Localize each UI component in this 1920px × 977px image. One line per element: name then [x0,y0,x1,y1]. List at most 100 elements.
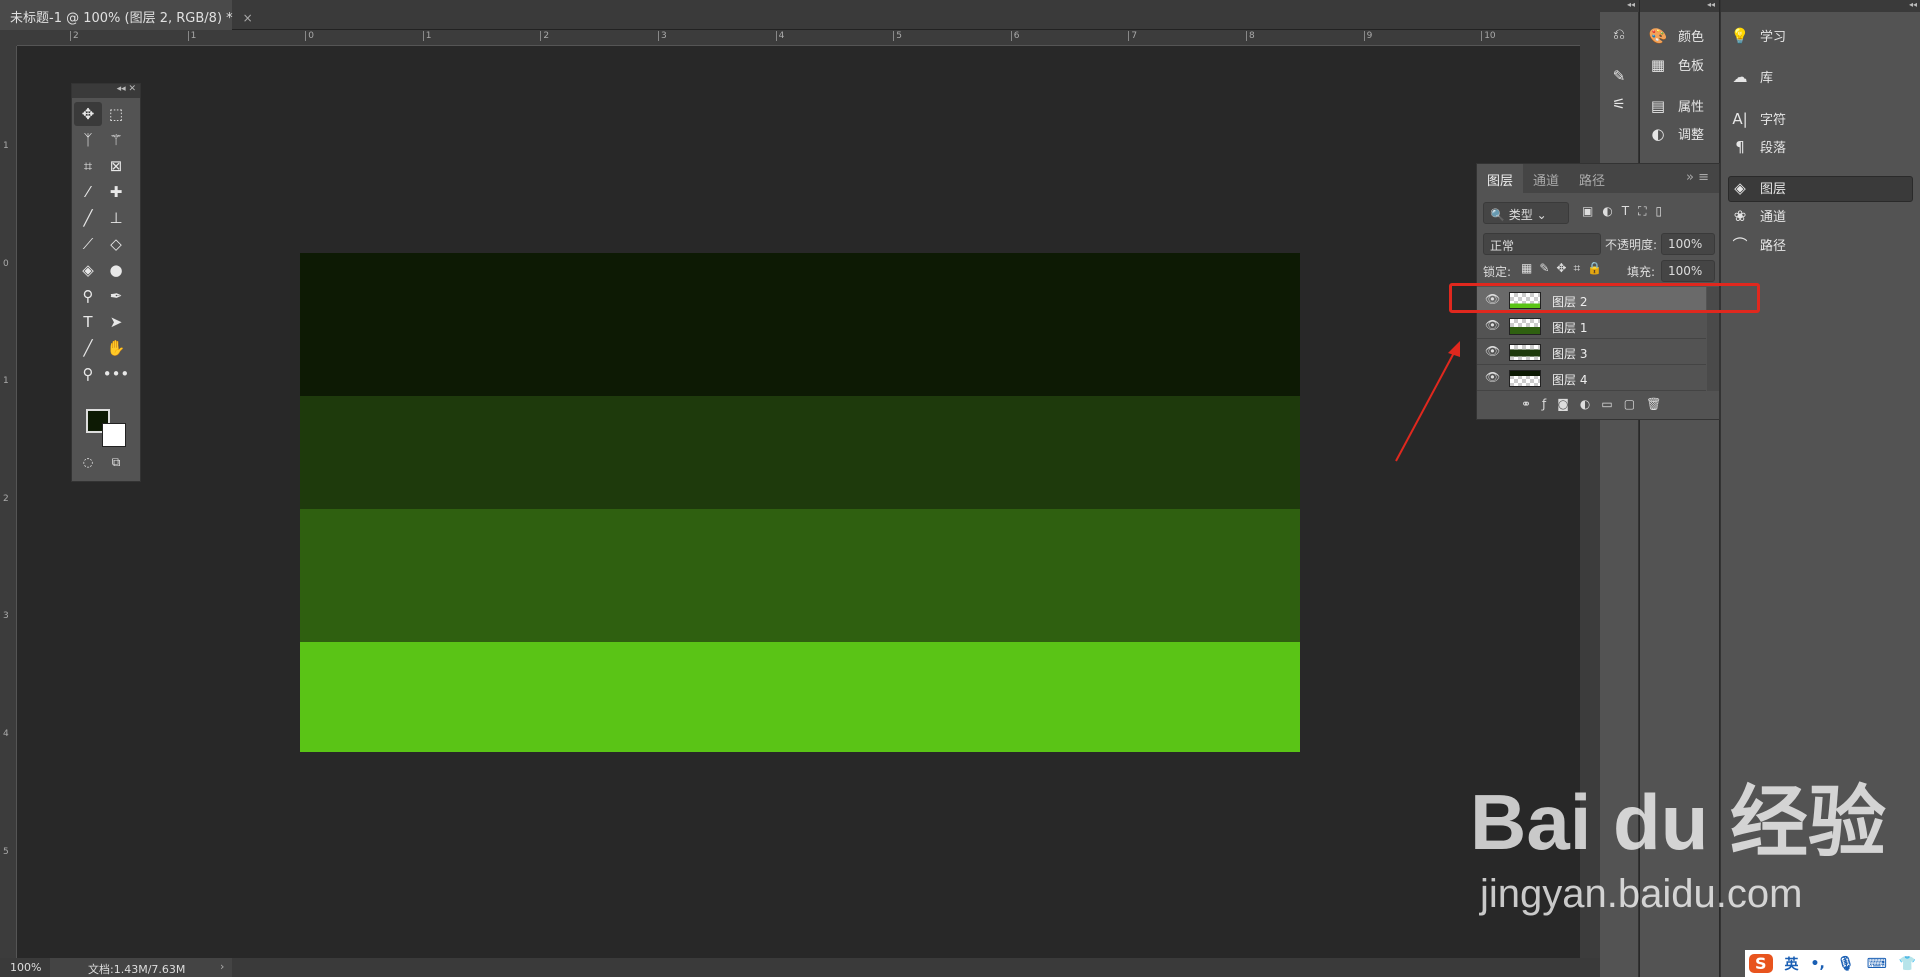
paths-icon: ⌒ [1732,236,1748,254]
status-arrow-icon[interactable]: › [220,960,224,973]
visibility-eye-icon[interactable]: 👁 [1485,344,1500,358]
canvas[interactable] [300,253,1300,752]
layer-name: 图层 3 [1552,347,1588,361]
hand-tool-icon[interactable]: ✋ [102,336,130,360]
frame-tool-icon[interactable]: ⊠ [102,154,130,178]
eyedropper-tool-icon[interactable]: ⁄ [74,180,102,204]
panel-item-label: 属性 [1678,100,1705,115]
baidu-watermark: Bai du 经验 jingyan.baidu.com [1470,760,1886,917]
ruler-label: 1 [3,141,9,151]
stamp-tool-icon[interactable]: ⊥ [102,206,130,230]
palette-icon: 🎨 [1648,26,1668,45]
toolbar-header[interactable]: ◂◂ ✕ [72,84,140,98]
fill-value: 100% [1668,264,1703,278]
layer-row[interactable]: 👁 图层 1 [1477,313,1706,339]
fill-input[interactable]: 100% [1661,260,1715,282]
document-tab[interactable]: 未标题-1 @ 100% (图层 2, RGB/8) * × [0,0,253,30]
panel-item-grid[interactable]: ▦ 色板 [1648,55,1705,75]
line-tool-icon[interactable]: ╱ [74,336,102,360]
panel-item-palette[interactable]: 🎨 颜色 [1648,26,1705,46]
grid-icon: ▦ [1650,55,1666,74]
ime-toolbar: S 英 •, 🎙 ⌨ 👕 ▦ [1745,950,1920,977]
microphone-icon[interactable]: 🎙 [1837,956,1855,972]
ruler-label: 3 [658,31,667,41]
visibility-eye-icon[interactable]: 👁 [1485,370,1500,384]
path-select-tool-icon[interactable]: ➤ [102,310,130,334]
brush-settings-icon[interactable]: ✎ [1605,64,1633,88]
healing-tool-icon[interactable]: ✚ [102,180,130,204]
opacity-value: 100% [1668,237,1703,251]
panel-item-paths[interactable]: ⌒ 路径 [1730,234,1786,255]
sogou-logo: S [1749,954,1773,973]
panel-item-bulb[interactable]: 💡 学习 [1730,26,1786,46]
panel-item-channels[interactable]: ❀ 通道 [1730,206,1786,226]
fill-label: 填充: [1627,265,1656,279]
background-color-swatch[interactable] [102,423,126,447]
lasso-tool-icon[interactable]: ᛉ [74,128,102,152]
quick-mask-icon[interactable]: ◌ [74,450,102,474]
channels-icon: ❀ [1733,206,1747,225]
panel-item-label: 颜色 [1678,30,1705,45]
ruler-label: 9 [1363,31,1372,41]
filter-value: 类型 [1508,208,1533,222]
tab-layers[interactable]: 图层 [1477,164,1524,193]
layer-filter-select[interactable]: 🔍 类型 ⌄ [1483,202,1569,224]
document-tab-bar: 未标题-1 @ 100% (图层 2, RGB/8) * × [0,0,1600,30]
marquee-tool-icon[interactable]: ⬚ [102,102,130,126]
ruler-label: 2 [3,493,9,504]
screen-mode-icon[interactable]: ⧉ [102,450,130,474]
filter-icons[interactable]: ▣◐T⛶▯ [1582,204,1671,219]
opacity-input[interactable]: 100% [1661,233,1715,255]
pen-tool-icon[interactable]: ✒ [102,284,130,308]
layer-name: 图层 4 [1552,373,1588,387]
ruler-label: 1 [187,31,196,41]
dodge-tool-icon[interactable]: ⚲ [74,284,102,308]
visibility-eye-icon[interactable]: 👁 [1485,318,1500,332]
panel-menu-icon[interactable]: » ≡ [1676,164,1719,193]
zoom-level[interactable]: 100% [10,961,41,974]
panel-item-label: 路径 [1760,239,1787,254]
brush-tool-icon[interactable]: ╱ [74,206,102,230]
type-tool-icon[interactable]: T [74,310,102,334]
zoom-tool-icon[interactable]: ⚲ [74,362,102,386]
move-tool-icon[interactable]: ✥ [74,102,102,126]
skin-icon[interactable]: 👕 [1899,956,1916,972]
tool-presets-icon[interactable]: ⚟ [1605,92,1633,116]
doc-info[interactable]: 文档:1.43M/7.63M [50,958,232,977]
magic-wand-tool-icon[interactable]: ⚚ [102,128,130,152]
lock-icons[interactable]: ▦✎✥⌗🔒 [1521,261,1609,276]
layer-actions[interactable]: ⚭ƒ◙◐▭▢🗑 [1521,397,1672,411]
panel-item-label: 色板 [1678,59,1705,74]
tab-paths[interactable]: 路径 [1569,164,1615,193]
panel-item-layers[interactable]: ◈ 图层 [1730,178,1786,198]
layer-row[interactable]: 👁 图层 4 [1477,365,1706,391]
panel-item-paragraph[interactable]: ¶ 段落 [1730,137,1786,157]
crop-tool-icon[interactable]: ⌗ [74,154,102,178]
close-tab-icon[interactable]: × [243,11,253,25]
layer-row[interactable]: 👁 图层 3 [1477,339,1706,365]
character-icon: A| [1732,109,1748,128]
keyboard-icon[interactable]: ⌨ [1867,956,1887,972]
blend-mode-select[interactable]: 正常 [1483,233,1601,255]
panel-item-label: 调整 [1678,128,1705,143]
blend-value: 正常 [1490,239,1515,253]
history-brush-tool-icon[interactable]: ⟋ [74,232,102,256]
more-tool-icon[interactable]: ••• [102,362,130,386]
panel-item-adjust[interactable]: ◐ 调整 [1648,124,1705,144]
ime-punct[interactable]: •, [1811,956,1825,972]
status-bar: 100% 文档:1.43M/7.63M › [0,958,1600,977]
history-icon[interactable]: ⎌ [1605,22,1633,46]
ime-language[interactable]: 英 [1785,954,1799,974]
panel-item-character[interactable]: A| 字符 [1730,109,1786,129]
layer-thumbnail [1509,344,1541,361]
canvas-band-2 [300,396,1300,509]
layer-thumbnail [1509,370,1541,387]
panel-item-cc-library[interactable]: ☁ 库 [1730,67,1774,87]
panel-item-properties[interactable]: ▤ 属性 [1648,96,1705,116]
tab-channels[interactable]: 通道 [1523,164,1569,193]
paint-bucket-tool-icon[interactable]: ◈ [74,258,102,282]
eraser-tool-icon[interactable]: ◇ [102,232,130,256]
document-title: 未标题-1 @ 100% (图层 2, RGB/8) * [10,11,233,26]
blur-tool-icon[interactable]: ● [102,258,130,282]
ruler-label: 5 [893,31,902,41]
